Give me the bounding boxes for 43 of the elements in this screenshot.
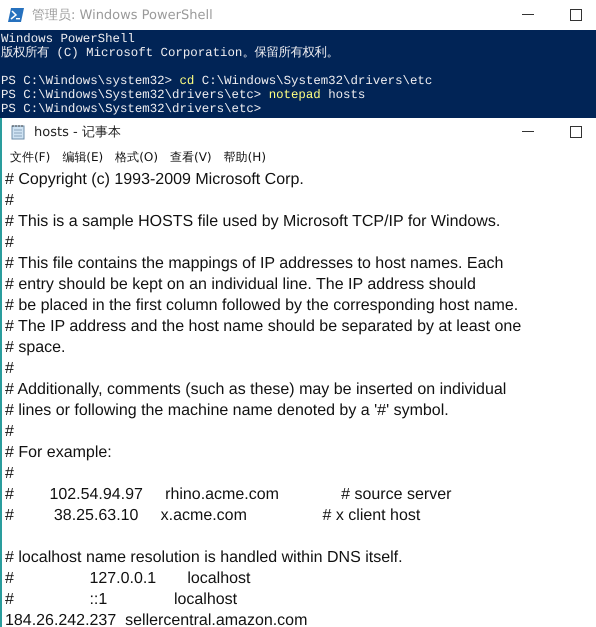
powershell-icon bbox=[8, 8, 24, 22]
menu-item[interactable]: 查看(V) bbox=[164, 148, 218, 166]
console-prompt: PS C:\Windows\System32\drivers\etc> bbox=[1, 102, 262, 116]
menu-item[interactable]: 文件(F) bbox=[4, 148, 56, 166]
menu-item[interactable]: 帮助(H) bbox=[218, 148, 272, 166]
console-output: 版权所有 (C) Microsoft Corporation。保留所有权利。 bbox=[1, 46, 338, 60]
text-line: # lines or following the machine name denoted by a '#' symbol. bbox=[5, 402, 449, 419]
text-line: # be placed in the first column followed by the corresponding host name. bbox=[5, 297, 518, 314]
text-line: # For example: bbox=[5, 444, 112, 461]
text-line: # bbox=[5, 360, 14, 377]
window-title: 管理员: Windows PowerShell bbox=[32, 7, 213, 24]
text-line: # bbox=[5, 465, 14, 482]
text-line: # ::1 localhost bbox=[5, 591, 238, 608]
console-prompt: PS C:\Windows\System32\drivers\etc> bbox=[1, 88, 262, 102]
text-line: # space. bbox=[5, 339, 66, 356]
text-line: # The IP address and the host name should be separated by at least one bbox=[5, 318, 522, 335]
text-line: # bbox=[5, 423, 14, 440]
console-output: Windows PowerShell bbox=[1, 32, 135, 46]
text-line: # This is a sample HOSTS file used by Microsoft TCP/IP for Windows. bbox=[5, 213, 500, 230]
notepad-icon bbox=[10, 124, 26, 140]
console-command: notepad bbox=[268, 88, 321, 102]
text-line: # entry should be kept on an individual line. The IP address should bbox=[5, 276, 476, 293]
maximize-icon[interactable] bbox=[570, 126, 582, 138]
minimize-icon[interactable] bbox=[522, 14, 534, 16]
console-arguments: hosts bbox=[327, 88, 366, 102]
console-prompt: PS C:\Windows\system32> bbox=[1, 74, 174, 88]
console-command: cd bbox=[179, 74, 194, 88]
window-title: hosts - 记事本 bbox=[34, 124, 121, 141]
text-line: # 102.54.94.97 rhino.acme.com # source server bbox=[5, 486, 452, 503]
maximize-icon[interactable] bbox=[570, 9, 582, 21]
text-line: # bbox=[5, 234, 14, 251]
text-line: # localhost name resolution is handled within DNS itself. bbox=[5, 549, 403, 566]
text-line: # 127.0.0.1 localhost bbox=[5, 570, 250, 587]
menu-item[interactable]: 编辑(E) bbox=[56, 148, 110, 166]
text-line: # This file contains the mappings of IP addresses to host names. Each bbox=[5, 255, 504, 272]
text-line: # Additionally, comments (such as these) may be inserted on individual bbox=[5, 381, 506, 398]
text-line: # bbox=[5, 192, 14, 209]
console-arguments: C:\Windows\System32\drivers\etc bbox=[200, 74, 432, 88]
text-line: # Copyright (c) 1993-2009 Microsoft Corp. bbox=[5, 171, 304, 188]
minimize-icon[interactable] bbox=[522, 131, 534, 133]
text-line: # 38.25.63.10 x.acme.com # x client host bbox=[5, 507, 420, 524]
text-line: 184.26.242.237 sellercentral.amazon.com bbox=[5, 612, 308, 627]
menu-item[interactable]: 格式(O) bbox=[109, 148, 164, 166]
